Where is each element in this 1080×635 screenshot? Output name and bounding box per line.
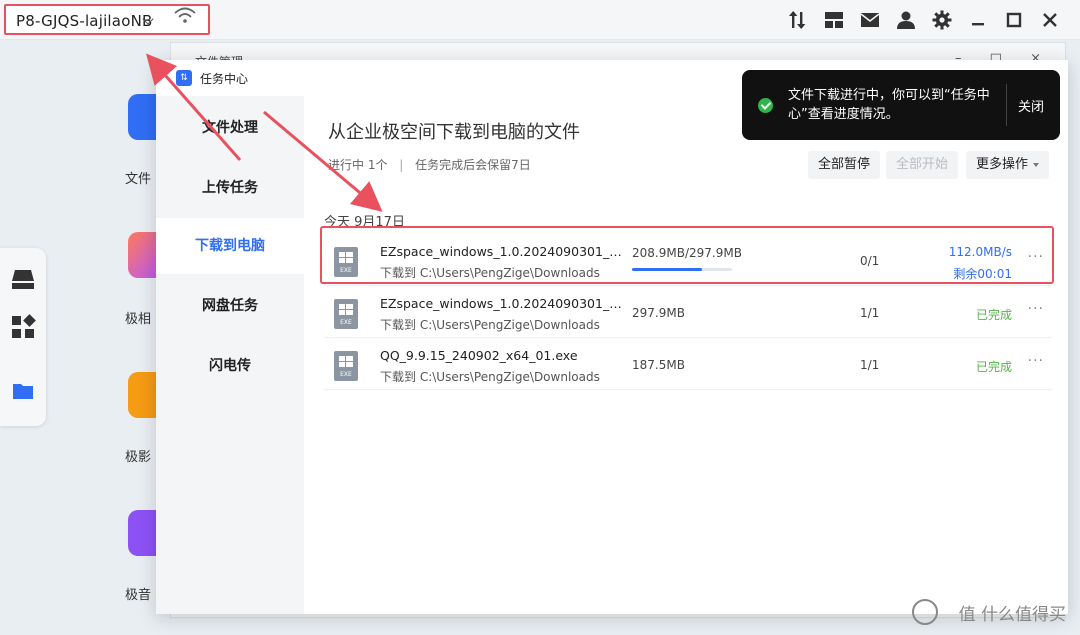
sidebar-item-flash-transfer[interactable]: 闪电传	[156, 338, 304, 394]
task-center-window: ⇅ 任务中心 文件处理 上传任务 下载到电脑 网盘任务 闪电传 从企业极空间下载…	[156, 60, 1068, 614]
desktop-label: 极相	[125, 312, 152, 327]
maximize-icon[interactable]	[1002, 8, 1026, 32]
toast-message: 文件下载进行中，你可以到“任务中心”查看进度情况。	[788, 88, 990, 122]
drive-icon[interactable]	[10, 266, 36, 292]
desktop-label: 极音	[125, 588, 152, 603]
status-completed: 已完成	[975, 360, 1012, 374]
file-name: QQ_9.9.15_240902_x64_01.exe	[380, 348, 578, 363]
window-title: 任务中心	[200, 72, 249, 86]
wifi-icon[interactable]	[170, 5, 200, 25]
top-bar: P8-GJQS-lajilaoNB	[0, 0, 1080, 40]
transfer-icon[interactable]	[786, 8, 810, 32]
close-icon[interactable]	[1038, 8, 1062, 32]
device-name: P8-GJQS-lajilaoNB	[16, 12, 153, 30]
exe-file-icon: EXE	[334, 299, 358, 329]
task-row[interactable]: EXE EZspace_windows_1.0.2024090301_09...…	[324, 290, 1052, 338]
more-actions-button[interactable]: 更多操作	[966, 151, 1050, 179]
retention-note: 任务完成后会保留7日	[415, 158, 531, 172]
file-size: 297.9MB	[632, 306, 685, 320]
separator: |	[399, 158, 404, 172]
more-options-icon[interactable]: ···	[1028, 301, 1044, 317]
file-name: EZspace_windows_1.0.2024090301_09...	[380, 296, 622, 311]
toast-divider	[1006, 84, 1007, 126]
exe-file-icon: EXE	[334, 351, 358, 381]
start-all-button[interactable]: 全部开始	[886, 151, 959, 179]
pause-all-button[interactable]: 全部暂停	[808, 151, 881, 179]
side-dock	[0, 248, 46, 426]
desktop-label: 极影	[125, 450, 152, 465]
task-row[interactable]: EXE QQ_9.9.15_240902_x64_01.exe 下载到 C:\U…	[324, 342, 1052, 390]
user-icon[interactable]	[894, 8, 918, 32]
watermark: 值 什么值得买	[958, 605, 1066, 625]
file-path: 下载到 C:\Users\PengZige\Downloads	[380, 370, 600, 384]
success-check-icon	[758, 98, 773, 113]
watermark-logo-icon	[912, 599, 938, 625]
more-actions-label: 更多操作	[976, 157, 1029, 172]
layout-icon[interactable]	[822, 8, 846, 32]
file-size: 187.5MB	[632, 358, 685, 372]
file-path: 下载到 C:\Users\PengZige\Downloads	[380, 318, 600, 332]
gear-icon[interactable]	[930, 8, 954, 32]
annotation-highlight-box	[320, 226, 1054, 284]
download-toast: 文件下载进行中，你可以到“任务中心”查看进度情况。 关闭	[742, 70, 1060, 140]
more-options-icon[interactable]: ···	[1028, 353, 1044, 369]
in-progress-count: 进行中 1个	[328, 158, 388, 172]
minimize-icon[interactable]	[966, 8, 990, 32]
mail-icon[interactable]	[858, 8, 882, 32]
sidebar-item-upload[interactable]: 上传任务	[156, 160, 304, 216]
page-title: 从企业极空间下载到电脑的文件	[328, 122, 580, 143]
sidebar-item-download-to-pc[interactable]: 下载到电脑	[156, 218, 304, 274]
task-center-logo-icon: ⇅	[176, 70, 192, 86]
toast-close-button[interactable]: 关闭	[1018, 96, 1044, 115]
sidebar: 文件处理 上传任务 下载到电脑 网盘任务 闪电传	[156, 96, 304, 614]
file-count: 1/1	[860, 306, 880, 320]
apps-icon[interactable]	[10, 314, 36, 340]
sidebar-item-cloud-tasks[interactable]: 网盘任务	[156, 278, 304, 334]
status-completed: 已完成	[975, 308, 1012, 322]
sidebar-item-file-processing[interactable]: 文件处理	[156, 100, 304, 156]
caret-down-icon	[1033, 162, 1040, 167]
folder-icon[interactable]	[10, 378, 36, 404]
desktop-label: 文件	[125, 172, 152, 187]
file-count: 1/1	[860, 358, 880, 372]
main-panel: 从企业极空间下载到电脑的文件 进行中 1个 | 任务完成后会保留7日 全部暂停 …	[304, 96, 1068, 614]
status-line: 进行中 1个 | 任务完成后会保留7日	[328, 156, 531, 173]
